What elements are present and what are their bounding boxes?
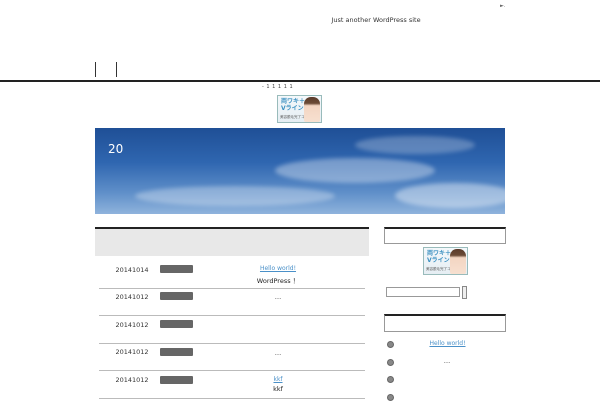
post-excerpt: WordPress ！: [256, 277, 300, 285]
sidebar-widget-header: [384, 227, 506, 244]
post-title-link[interactable]: kkf: [248, 376, 308, 383]
recent-post-link[interactable]: Hello world!: [420, 340, 475, 347]
post-category-badge[interactable]: [160, 265, 193, 273]
post-excerpt: …: [274, 349, 282, 357]
row-divider: [99, 343, 365, 344]
ad-headline: 両ワキ＋ Vライン: [427, 250, 452, 264]
header-divider: [0, 80, 600, 82]
post-category-badge[interactable]: [160, 376, 193, 384]
model-photo: [450, 249, 466, 274]
post-excerpt: …: [274, 293, 282, 301]
banner-caption: - 1 1 1 1 1: [262, 84, 294, 90]
posts-header: [95, 227, 369, 256]
post-title-link[interactable]: Hello world!: [248, 265, 308, 272]
nav-separator: [95, 62, 96, 77]
row-divider: [99, 288, 365, 289]
post-date: 20141012: [115, 348, 149, 356]
bullet-icon: [387, 376, 394, 383]
search-button[interactable]: [462, 286, 467, 299]
post-category-badge[interactable]: [160, 348, 193, 356]
bullet-icon: [387, 341, 394, 348]
sidebar-recent-header: [384, 314, 506, 332]
nav-separator: [116, 62, 117, 77]
ad-banner-top[interactable]: 両ワキ＋ Vライン 美容脱毛完了コース: [277, 95, 322, 123]
post-date: 20141012: [115, 376, 149, 384]
post-date: 20141012: [115, 293, 149, 301]
bullet-icon: [387, 359, 394, 366]
row-divider: [99, 370, 365, 371]
row-divider: [99, 398, 365, 399]
row-divider: [99, 315, 365, 316]
post-date: 20141012: [115, 321, 149, 329]
post-category-badge[interactable]: [160, 320, 193, 328]
recent-post-link[interactable]: …: [432, 357, 462, 365]
post-date: 20141014: [115, 266, 149, 274]
post-excerpt: kkf: [273, 385, 283, 393]
post-category-badge[interactable]: [160, 292, 193, 300]
model-photo: [304, 97, 320, 122]
search-input[interactable]: [386, 287, 460, 297]
site-tagline: Just another WordPress site: [331, 16, 421, 24]
ad-headline: 両ワキ＋ Vライン: [281, 98, 306, 112]
top-right-link[interactable]: ►.: [500, 3, 505, 9]
hero-sky-image: [95, 128, 505, 214]
hero-title: 20: [108, 142, 124, 156]
ad-banner-sidebar[interactable]: 両ワキ＋ Vライン 美容脱毛完了コース: [423, 247, 468, 275]
